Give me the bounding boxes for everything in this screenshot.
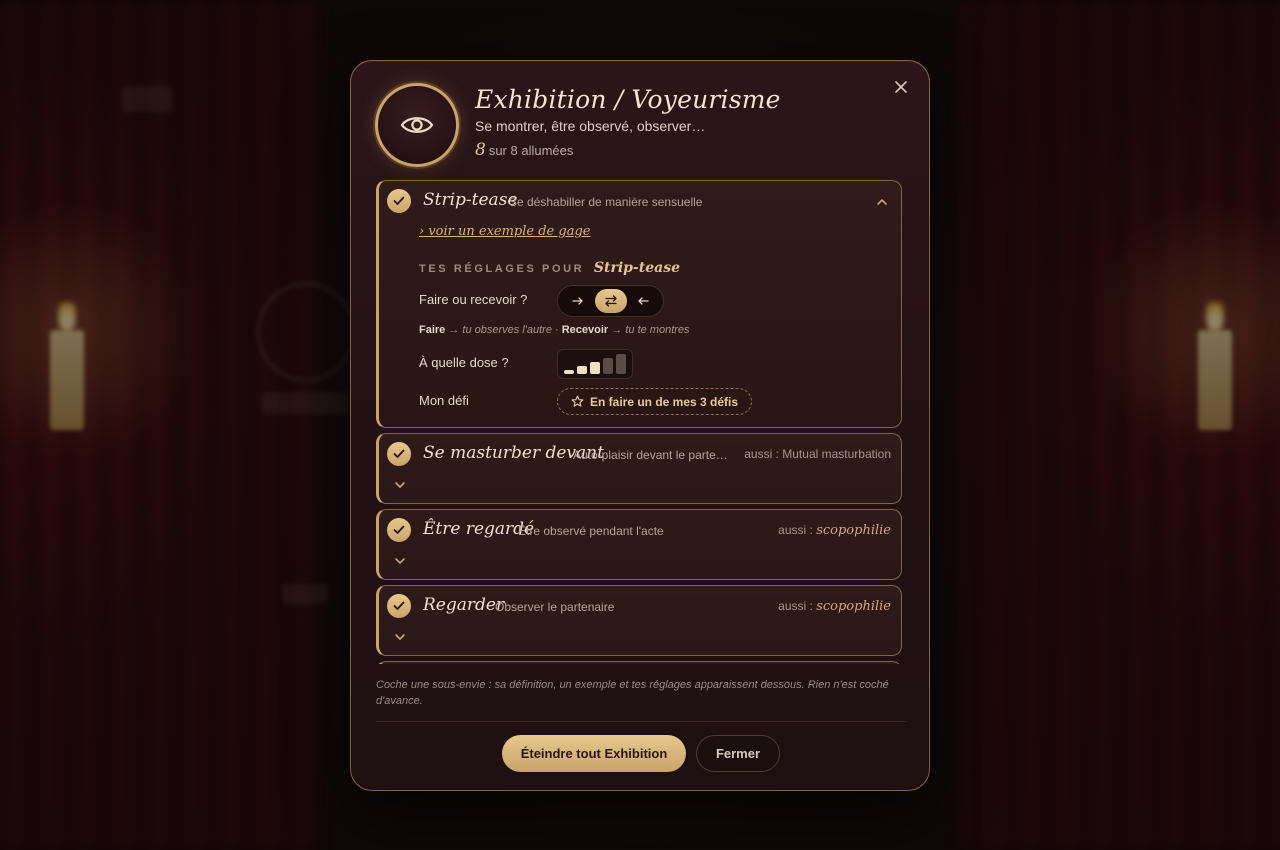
star-icon — [571, 395, 584, 407]
hint-receive-text: → tu te montres — [611, 324, 690, 336]
lit-count: 8 — [475, 140, 486, 160]
hint-receive: Recevoir — [561, 324, 609, 336]
add-challenge-button[interactable]: En faire un de mes 3 défis — [557, 388, 753, 415]
checkbox-checked[interactable] — [387, 518, 411, 542]
dose-meter[interactable] — [557, 349, 633, 379]
add-challenge-label: En faire un de mes 3 défis — [590, 394, 739, 409]
arrow-right-icon — [572, 297, 583, 305]
sub-desire-card-regarder[interactable]: Regarder Observer le partenaire aussi : … — [376, 585, 902, 656]
sub-desire-list[interactable]: Strip-tease Se déshabiller de manière se… — [376, 180, 902, 664]
chevron-up-icon — [877, 199, 887, 205]
category-modal: Exhibition / Voyeurisme Se montrer, être… — [350, 60, 930, 791]
eye-icon — [400, 117, 434, 133]
dose-level-2[interactable] — [577, 366, 587, 374]
aka-value: scopophilie — [816, 523, 891, 538]
hint-do: Faire — [419, 324, 446, 336]
swap-arrows-icon — [604, 295, 617, 307]
lit-count-suffix: sur 8 allumées — [488, 143, 574, 158]
dose-level-1[interactable] — [564, 370, 574, 374]
card-aka: aussi : Mutual masturbation — [744, 447, 891, 461]
close-modal-button[interactable]: Fermer — [696, 735, 780, 772]
direction-hint: Faire → tu observes l'autre · Recevoir →… — [419, 324, 690, 336]
card-description: Se déshabiller de manière sensuelle — [509, 195, 703, 209]
lit-counter: 8 sur 8 allumées — [475, 140, 781, 160]
dose-label: À quelle dose ? — [419, 355, 509, 370]
direction-selector — [557, 285, 664, 317]
close-icon — [895, 81, 907, 93]
settings-heading-name: Strip-tease — [593, 260, 680, 276]
modal-title: Exhibition / Voyeurisme — [475, 85, 781, 114]
sub-desire-card-partial[interactable] — [376, 661, 902, 664]
check-icon — [393, 525, 405, 534]
direction-receive-button[interactable] — [627, 289, 659, 313]
direction-label: Faire ou recevoir ? — [419, 292, 528, 307]
chevron-down-icon — [395, 558, 405, 564]
example-link[interactable]: › voir un exemple de gage — [419, 224, 590, 239]
sub-desire-card-strip-tease[interactable]: Strip-tease Se déshabiller de manière se… — [376, 180, 902, 428]
chevron-down-icon — [395, 482, 405, 488]
checkbox-checked[interactable] — [387, 189, 411, 213]
settings-heading: TES RÉGLAGES POUR Strip-tease — [419, 260, 680, 276]
expand-button[interactable] — [393, 478, 407, 492]
modal-header: Exhibition / Voyeurisme Se montrer, être… — [375, 83, 781, 167]
card-aka: aussi : scopophilie — [778, 523, 891, 538]
checkbox-checked[interactable] — [387, 594, 411, 618]
aka-text: aussi : Mutual masturbation — [744, 447, 891, 461]
card-description: Observer le partenaire — [495, 600, 615, 614]
footer-note: Coche une sous-envie : sa définition, un… — [376, 679, 889, 707]
check-icon — [393, 601, 405, 610]
sub-desire-card-se-masturber-devant[interactable]: Se masturber devant Auto-plaisir devant … — [376, 433, 902, 504]
card-description: Auto-plaisir devant le parte… — [573, 448, 728, 462]
dose-level-3[interactable] — [590, 362, 600, 374]
aka-value: scopophilie — [816, 599, 891, 614]
check-icon — [393, 449, 405, 458]
challenge-label: Mon défi — [419, 393, 469, 408]
dose-level-5[interactable] — [616, 354, 626, 374]
collapse-button[interactable] — [875, 195, 889, 209]
footer-divider — [376, 721, 906, 722]
aka-prefix: aussi : — [778, 599, 813, 613]
dose-level-4[interactable] — [603, 358, 613, 374]
card-description: Être observé pendant l'acte — [518, 524, 664, 538]
settings-heading-label: TES RÉGLAGES POUR — [419, 263, 585, 275]
category-emblem — [375, 83, 459, 167]
modal-subtitle: Se montrer, être observé, observer… — [475, 118, 706, 134]
arrow-left-icon — [638, 297, 649, 305]
check-icon — [393, 196, 405, 205]
expand-button[interactable] — [393, 554, 407, 568]
card-aka: aussi : scopophilie — [778, 599, 891, 614]
chevron-down-icon — [395, 634, 405, 640]
aka-prefix: aussi : — [778, 523, 813, 537]
expand-button[interactable] — [393, 630, 407, 644]
close-button[interactable] — [891, 77, 911, 97]
direction-both-button[interactable] — [594, 289, 627, 313]
card-title: Regarder — [423, 595, 505, 615]
sub-desire-card-etre-regarde[interactable]: Être regardé Être observé pendant l'acte… — [376, 509, 902, 580]
checkbox-checked[interactable] — [387, 442, 411, 466]
card-title: Strip-tease — [423, 190, 518, 210]
direction-do-button[interactable] — [562, 289, 594, 313]
hint-do-text: → tu observes l'autre · — [448, 324, 559, 336]
turn-off-all-button[interactable]: Éteindre tout Exhibition — [502, 735, 686, 772]
